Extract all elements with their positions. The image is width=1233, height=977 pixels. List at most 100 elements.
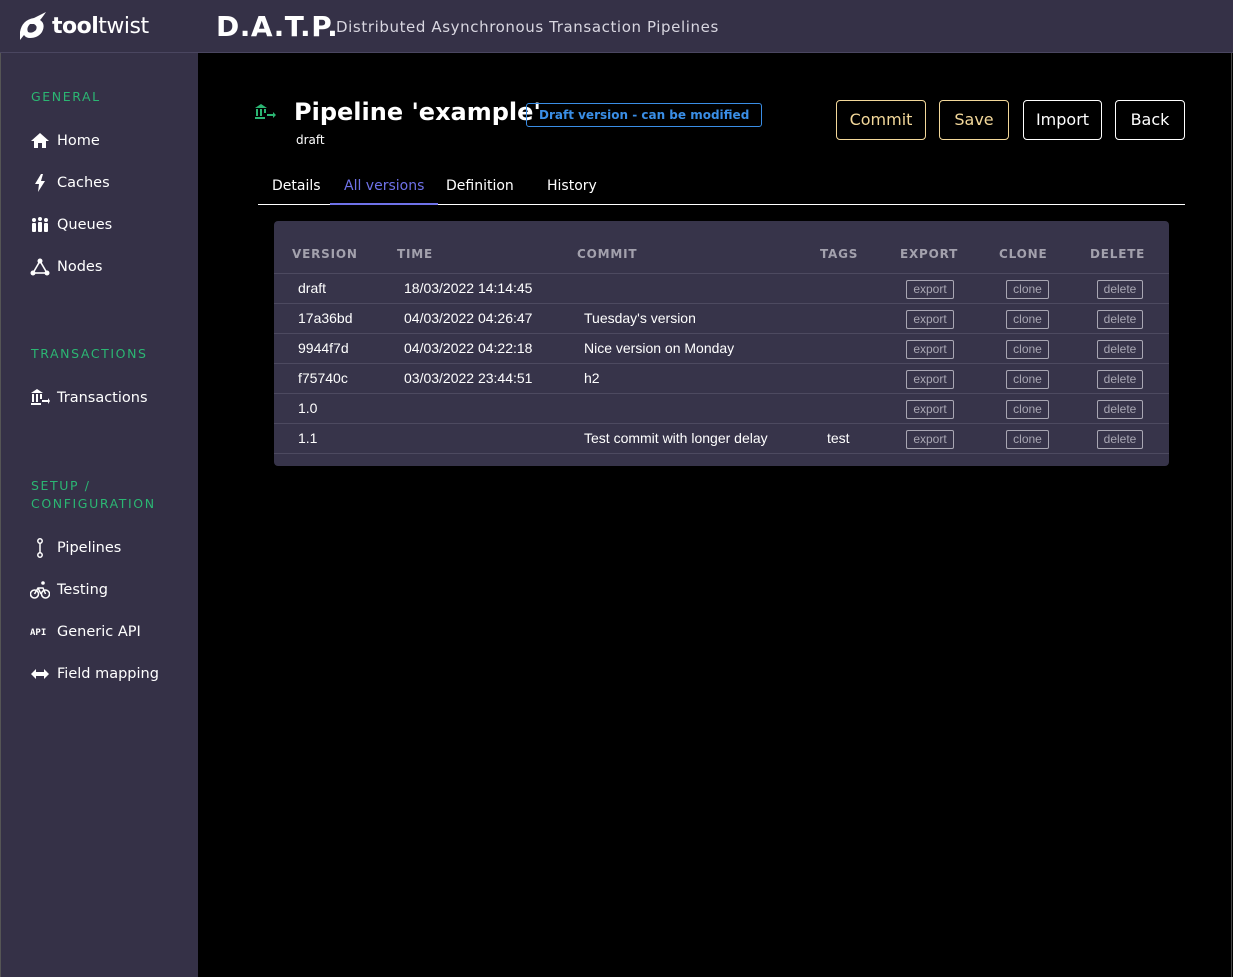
delete-button[interactable]: delete — [1097, 430, 1143, 449]
tooltwist-logo-icon — [20, 12, 46, 40]
logo-text-bold: tool — [52, 13, 99, 39]
tab-history[interactable]: History — [533, 171, 611, 205]
arrows-horizontal-icon — [29, 663, 51, 685]
sidebar-item-label: Home — [57, 133, 100, 149]
table-row[interactable]: f75740c 03/03/2022 23:44:51 h2 export clone d… — [274, 363, 1169, 393]
lightning-icon — [29, 172, 51, 194]
tooltwist-logo[interactable]: tooltwist — [16, 10, 149, 42]
sidebar: GENERAL Home Caches Queues Nodes TRANSAC… — [0, 53, 198, 977]
tab-definition[interactable]: Definition — [432, 171, 528, 205]
logo-text-light: twist — [98, 13, 149, 39]
sidebar-item-label: Pipelines — [57, 540, 122, 556]
bank-transfer-icon — [29, 387, 51, 409]
app-subtitle: Distributed Asynchronous Transaction Pip… — [336, 18, 719, 36]
table-row[interactable]: 17a36bd 04/03/2022 04:26:47 Tuesday's vers… — [274, 303, 1169, 333]
commit-button[interactable]: Commit — [836, 100, 926, 140]
clone-button[interactable]: clone — [1006, 340, 1049, 359]
sidebar-item-label: Nodes — [57, 259, 103, 275]
cell-version: 1.0 — [298, 400, 318, 416]
cell-version: 9944f7d — [298, 340, 349, 356]
export-button[interactable]: export — [906, 430, 954, 449]
clone-button[interactable]: clone — [1006, 280, 1049, 299]
export-button[interactable]: export — [906, 310, 954, 329]
export-button[interactable]: export — [906, 370, 954, 389]
delete-button[interactable]: delete — [1097, 280, 1143, 299]
delete-button[interactable]: delete — [1097, 400, 1143, 419]
top-header: tooltwist D.A.T.P. Distributed Asynchron… — [0, 0, 1233, 53]
sidebar-item-label: Transactions — [57, 390, 148, 406]
cell-commit: Nice version on Monday — [584, 340, 735, 356]
sidebar-item-label: Testing — [57, 582, 108, 598]
cell-commit: Tuesday's version — [584, 310, 696, 326]
export-button[interactable]: export — [906, 400, 954, 419]
sidebar-item-caches[interactable]: Caches — [29, 172, 110, 194]
pipeline-icon — [29, 537, 51, 559]
export-button[interactable]: export — [906, 340, 954, 359]
sidebar-section-transactions: TRANSACTIONS — [31, 346, 148, 361]
api-icon: API — [29, 621, 51, 643]
cell-time: 04/03/2022 04:26:47 — [404, 310, 533, 326]
sidebar-item-generic-api[interactable]: API Generic API — [29, 621, 141, 643]
sidebar-item-queues[interactable]: Queues — [29, 214, 112, 236]
sidebar-item-nodes[interactable]: Nodes — [29, 256, 102, 278]
tab-details[interactable]: Details — [258, 171, 335, 205]
column-header-export[interactable]: EXPORT — [900, 247, 958, 261]
column-header-delete[interactable]: DELETE — [1090, 247, 1145, 261]
table-bottom-divider — [274, 453, 1169, 454]
sidebar-item-testing[interactable]: Testing — [29, 579, 108, 601]
import-button[interactable]: Import — [1023, 100, 1102, 140]
column-header-time[interactable]: TIME — [397, 247, 433, 261]
sidebar-item-home[interactable]: Home — [29, 130, 100, 152]
sidebar-item-transactions[interactable]: Transactions — [29, 387, 148, 409]
cell-version: 17a36bd — [298, 310, 353, 326]
clone-button[interactable]: clone — [1006, 400, 1049, 419]
page-subtitle: draft — [296, 133, 325, 147]
tab-all-versions[interactable]: All versions — [330, 171, 439, 205]
delete-button[interactable]: delete — [1097, 370, 1143, 389]
column-header-version[interactable]: VERSION — [292, 247, 358, 261]
main-content: Pipeline 'example' draft Draft version -… — [198, 53, 1232, 977]
sidebar-item-pipelines[interactable]: Pipelines — [29, 537, 121, 559]
cell-version: draft — [298, 280, 327, 296]
sidebar-item-field-mapping[interactable]: Field mapping — [29, 663, 159, 685]
table-row[interactable]: 9944f7d 04/03/2022 04:22:18 Nice version o… — [274, 333, 1169, 363]
cell-time: 18/03/2022 14:14:45 — [404, 280, 533, 296]
sidebar-section-general: GENERAL — [31, 89, 101, 104]
bicycle-icon — [29, 579, 51, 601]
export-button[interactable]: export — [906, 280, 954, 299]
cell-version: 1.1 — [298, 430, 318, 446]
app-title: D.A.T.P. — [216, 10, 339, 43]
clone-button[interactable]: clone — [1006, 310, 1049, 329]
sidebar-section-configuration: CONFIGURATION — [31, 496, 156, 511]
sidebar-item-label: Caches — [57, 175, 110, 191]
clone-button[interactable]: clone — [1006, 370, 1049, 389]
table-row[interactable]: 1.0 export clone delete — [274, 393, 1169, 423]
column-header-tags[interactable]: TAGS — [820, 247, 858, 261]
delete-button[interactable]: delete — [1097, 310, 1143, 329]
svg-text:API: API — [30, 628, 46, 638]
delete-button[interactable]: delete — [1097, 340, 1143, 359]
sidebar-item-label: Generic API — [57, 624, 141, 640]
versions-table: VERSION TIME COMMIT TAGS EXPORT CLONE DE… — [274, 221, 1169, 466]
bank-transfer-icon — [255, 104, 276, 119]
sidebar-item-label: Queues — [57, 217, 113, 233]
cell-time: 04/03/2022 04:22:18 — [404, 340, 533, 356]
page-title: Pipeline 'example' — [294, 98, 541, 126]
cell-time: 03/03/2022 23:44:51 — [404, 370, 533, 386]
column-header-clone[interactable]: CLONE — [999, 247, 1047, 261]
sidebar-section-setup: SETUP / — [31, 478, 91, 493]
clone-button[interactable]: clone — [1006, 430, 1049, 449]
home-icon — [29, 130, 51, 152]
table-row[interactable]: draft 18/03/2022 14:14:45 export clone delet… — [274, 273, 1169, 303]
column-header-commit[interactable]: COMMIT — [577, 247, 637, 261]
people-queue-icon — [29, 214, 51, 236]
status-badge: Draft version - can be modified — [526, 103, 763, 127]
cell-tags: test — [827, 430, 850, 446]
nodes-icon — [29, 256, 51, 278]
cell-version: f75740c — [298, 370, 348, 386]
cell-commit: h2 — [584, 370, 600, 386]
save-button[interactable]: Save — [939, 100, 1009, 140]
cell-commit: Test commit with longer delay — [584, 430, 768, 446]
back-button[interactable]: Back — [1115, 100, 1185, 140]
table-row[interactable]: 1.1 Test commit with longer delay test expo… — [274, 423, 1169, 453]
